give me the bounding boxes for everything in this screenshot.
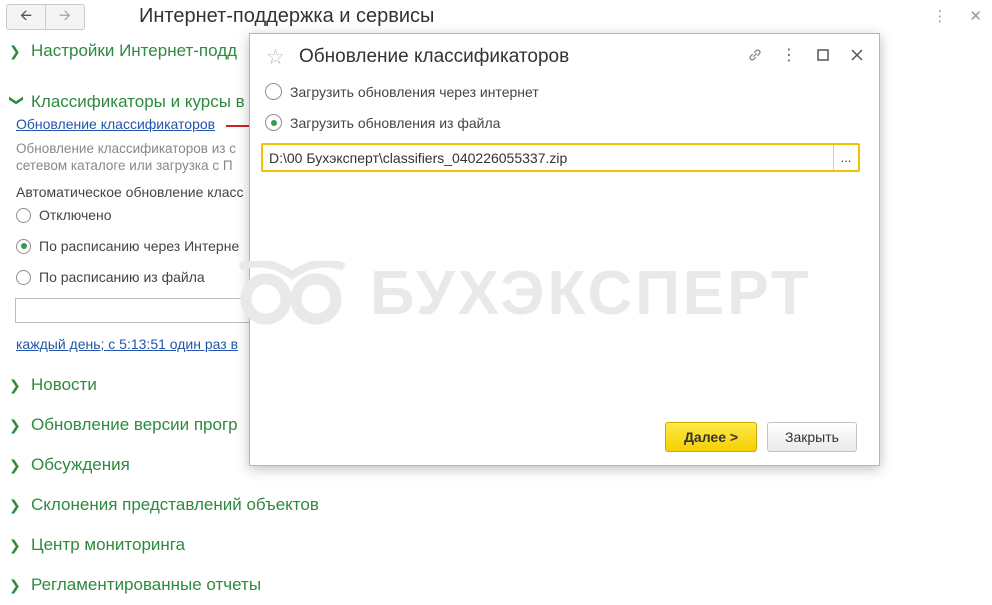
chevron-right-icon: ❯ [9,42,21,59]
back-button[interactable]: 🡨 [6,4,45,30]
page: 🡨 🡪 Интернет-поддержка и сервисы ⋮ ✕ ❯ Н… [0,0,992,605]
section-discussions[interactable]: ❯ Обсуждения [9,455,130,475]
radio-button[interactable] [16,207,31,223]
classifiers-description: Обновление классификаторов из с сетевом … [16,140,236,174]
radio-label: Загрузить обновления из файла [290,114,501,131]
chevron-right-icon: ❯ [9,376,21,393]
section-label: Центр мониторинга [31,535,186,554]
section-label: Классификаторы и курсы в [31,92,245,111]
link-icon[interactable] [747,46,763,64]
chevron-down-icon: ❯ [9,94,26,106]
more-menu-icon[interactable]: ⋮ [932,7,947,25]
chevron-right-icon: ❯ [9,416,21,433]
top-right-tools: ⋮ ✕ [932,7,982,25]
section-monitoring[interactable]: ❯ Центр мониторинга [9,535,185,555]
file-path-input[interactable]: D:\00 Бухэксперт\classifiers_04022605533… [263,150,833,166]
arrow-left-icon: 🡨 [19,6,33,24]
radio-disabled[interactable]: Отключено [16,207,112,223]
section-label: Обсуждения [31,455,130,474]
chevron-right-icon: ❯ [9,576,21,593]
section-reports[interactable]: ❯ Регламентированные отчеты [9,575,261,595]
section-news[interactable]: ❯ Новости [9,375,97,395]
schedule-file-input[interactable] [15,298,255,323]
close-button[interactable]: Закрыть [767,422,857,452]
auto-update-label: Автоматическое обновление класс [16,184,244,200]
section-program-update[interactable]: ❯ Обновление версии прогр [9,415,238,435]
dialog-title: Обновление классификаторов [299,46,570,67]
radio-load-internet[interactable]: Загрузить обновления через интернет [265,83,539,100]
file-path-field[interactable]: D:\00 Бухэксперт\classifiers_04022605533… [261,143,860,172]
section-label: Новости [31,375,97,394]
radio-button[interactable] [265,114,282,131]
section-label: Регламентированные отчеты [31,575,262,594]
classifiers-update-link[interactable]: Обновление классификаторов [16,116,215,132]
section-label: Настройки Интернет-подд [31,41,238,60]
radio-label: По расписанию через Интерне [39,238,240,254]
radio-button[interactable] [16,238,31,254]
chevron-right-icon: ❯ [9,496,21,513]
classifier-update-dialog: ☆ Обновление классификаторов ⋮ Загрузить… [249,33,880,466]
chevron-right-icon: ❯ [9,456,21,473]
radio-label: Отключено [39,207,112,223]
radio-load-file[interactable]: Загрузить обновления из файла [265,114,500,131]
radio-schedule-internet[interactable]: По расписанию через Интерне [16,238,239,254]
section-internet-settings[interactable]: ❯ Настройки Интернет-подд [9,41,237,61]
next-button[interactable]: Далее > [665,422,757,452]
radio-label: По расписанию из файла [39,269,205,285]
description-line: сетевом каталоге или загрузка с П [16,158,233,173]
maximize-icon[interactable] [815,46,831,64]
nav-buttons: 🡨 🡪 [6,4,85,30]
star-icon[interactable]: ☆ [266,45,285,70]
radio-label: Загрузить обновления через интернет [290,83,539,100]
close-icon[interactable]: ✕ [969,7,982,25]
arrow-right-icon: 🡪 [58,6,72,24]
close-icon[interactable] [849,46,865,64]
schedule-link[interactable]: каждый день; с 5:13:51 один раз в [16,336,238,352]
section-label: Склонения представлений объектов [31,495,319,514]
browse-button[interactable]: ... [833,145,858,170]
page-title: Интернет-поддержка и сервисы [139,5,435,27]
radio-button[interactable] [16,269,31,285]
section-classifiers[interactable]: ❯ Классификаторы и курсы в [9,92,245,112]
section-label: Обновление версии прогр [31,415,238,434]
chevron-right-icon: ❯ [9,536,21,553]
section-declensions[interactable]: ❯ Склонения представлений объектов [9,495,319,515]
dialog-toolbar: ⋮ [747,46,865,64]
radio-schedule-file[interactable]: По расписанию из файла [16,269,205,285]
description-line: Обновление классификаторов из с [16,141,236,156]
more-menu-icon[interactable]: ⋮ [781,46,797,64]
radio-button[interactable] [265,83,282,100]
forward-button[interactable]: 🡪 [45,4,85,30]
